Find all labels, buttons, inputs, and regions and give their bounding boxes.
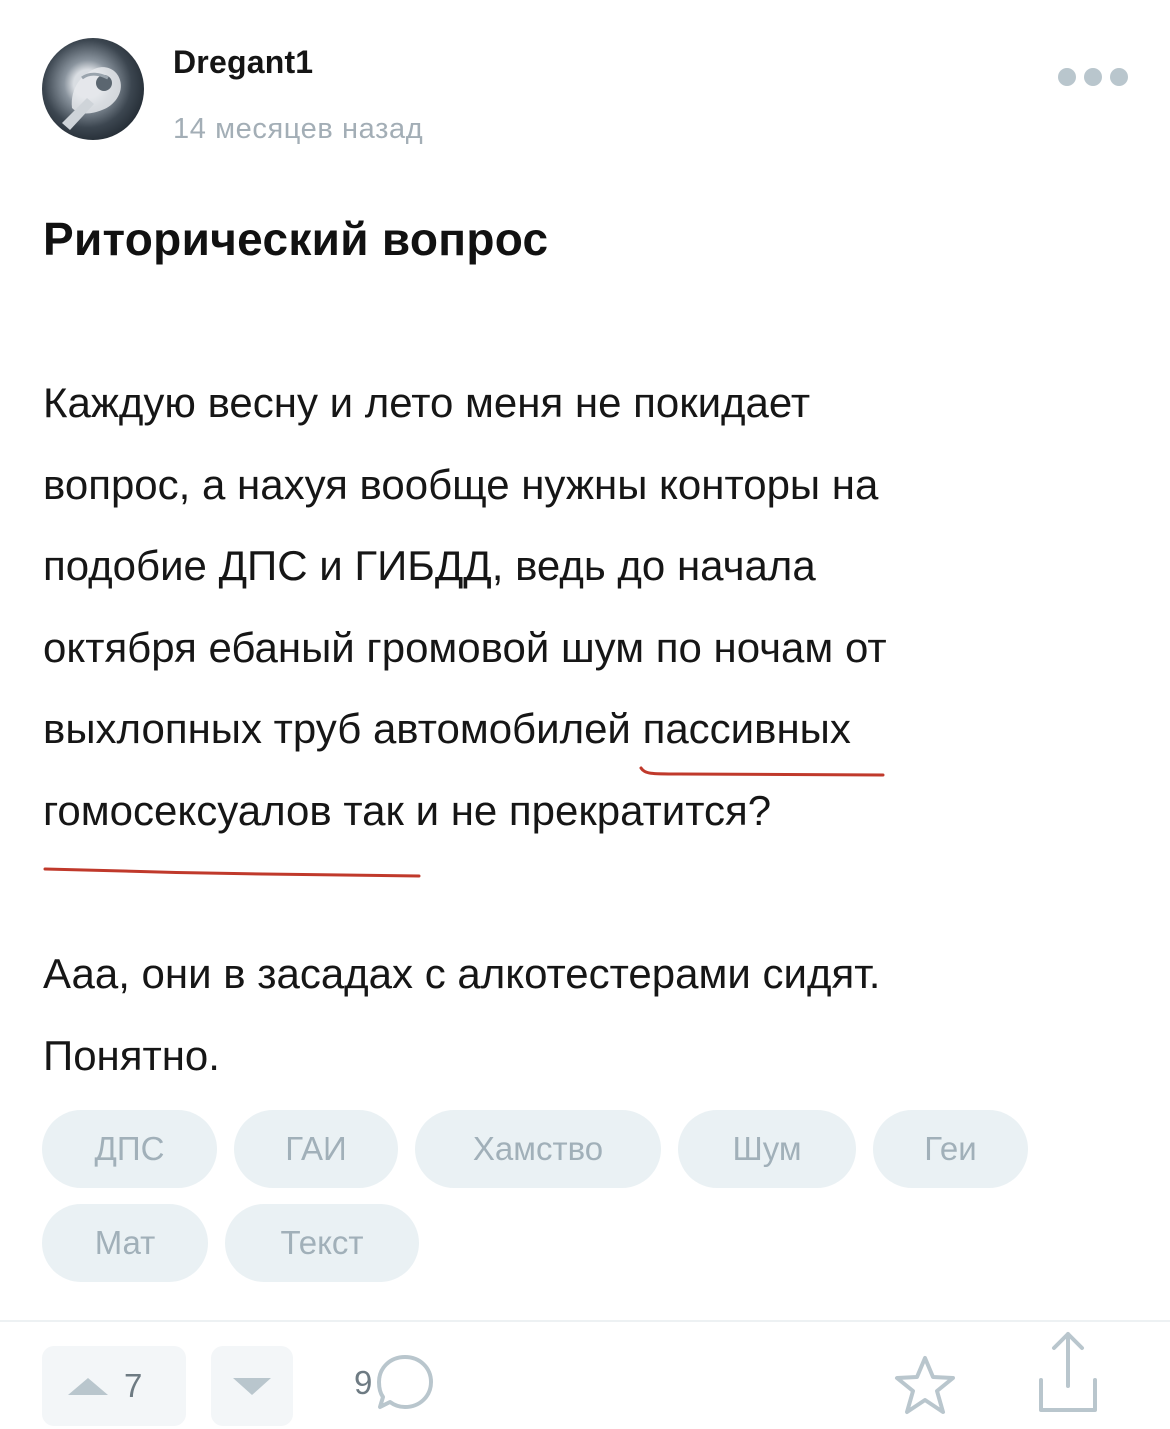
upvote-arrow-icon [68, 1378, 108, 1395]
tag-chip[interactable]: Хамство [415, 1110, 661, 1188]
dot-icon [1084, 68, 1102, 86]
author-name[interactable]: Dregant1 [173, 44, 313, 81]
tag-chip[interactable]: Мат [42, 1204, 208, 1282]
body-text-segment: выхлопных труб автомобилей [43, 705, 643, 752]
post-title: Риторический вопрос [43, 213, 549, 265]
body-line: подобие ДПС и ГИБДД, ведь до начала [43, 542, 816, 589]
upvote-count: 7 [124, 1367, 143, 1404]
star-icon[interactable] [892, 1354, 958, 1418]
dot-icon [1058, 68, 1076, 86]
comment-bubble-icon [377, 1355, 434, 1409]
post-timestamp: 14 месяцев назад [173, 113, 424, 145]
post-body: Каждую весну и лето меня не покидает воп… [43, 362, 1133, 1096]
body-line: вопрос, а нахуя вообще нужны конторы на [43, 460, 879, 508]
body-line: октября ебаный громовой шум по ночам от [43, 623, 887, 671]
tag-chip[interactable]: ГАИ [234, 1110, 398, 1188]
body-line: Ааа, они в засадах с алкотестерами сидят… [43, 950, 881, 997]
body-line: Понятно. [43, 1031, 220, 1079]
comments-button[interactable]: 9 [354, 1352, 436, 1414]
upvote-button[interactable]: 7 [42, 1346, 186, 1426]
body-text-segment: так и не прекратится? [331, 786, 772, 834]
body-line: выхлопных труб автомобилей пассивных [43, 688, 1133, 776]
share-icon[interactable] [1035, 1328, 1101, 1418]
red-underline-icon [639, 766, 885, 776]
tag-chip[interactable]: ДПС [42, 1110, 217, 1188]
tag-chip[interactable]: Геи [873, 1110, 1028, 1188]
author-avatar[interactable] [42, 38, 144, 140]
body-line: гомосексуалов так и не прекратится? [43, 770, 1133, 878]
underlined-word: гомосексуалов [43, 770, 421, 878]
divider [0, 1320, 1170, 1322]
underlined-word: пассивных [639, 688, 885, 776]
tag-chip[interactable]: Шум [678, 1110, 856, 1188]
tag-chip[interactable]: Текст [225, 1204, 419, 1282]
underlined-text: пассивных [642, 705, 851, 752]
downvote-arrow-icon [233, 1378, 271, 1395]
underlined-text: гомосексуалов [43, 786, 332, 834]
downvote-button[interactable] [211, 1346, 293, 1426]
comments-count: 9 [354, 1364, 373, 1401]
more-options-button[interactable] [1058, 60, 1128, 94]
tag-list: ДПС ГАИ Хамство Шум Геи Мат Текст [42, 1110, 1132, 1298]
dot-icon [1110, 68, 1128, 86]
red-underline-icon [43, 867, 421, 878]
body-line: Каждую весну и лето меня не покидает [43, 379, 811, 426]
